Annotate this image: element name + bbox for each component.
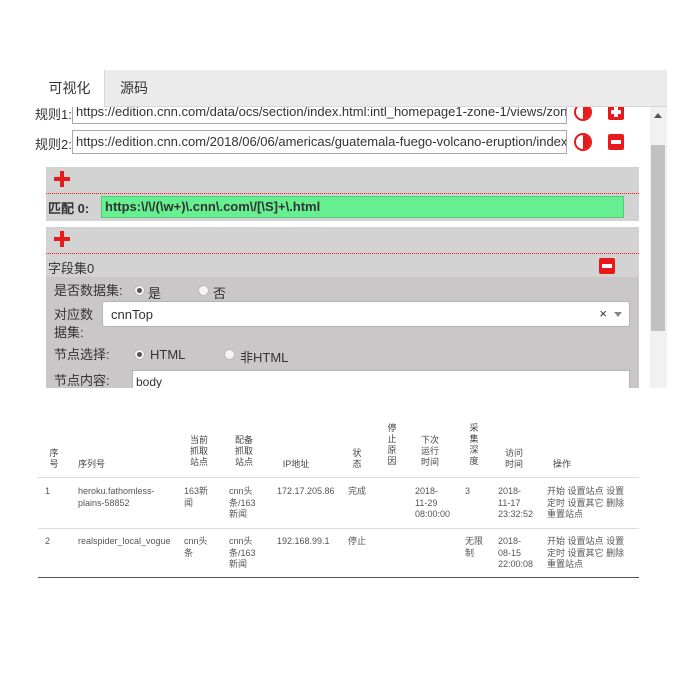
cell-depth: 无限 制 bbox=[465, 536, 484, 558]
radio-yes[interactable] bbox=[134, 285, 145, 296]
tab-bar: 可视化 源码 bbox=[35, 70, 667, 108]
set-timer-link[interactable]: 设置 bbox=[606, 536, 624, 546]
start-link[interactable]: 开始 bbox=[547, 536, 565, 546]
row-divider bbox=[38, 528, 639, 529]
is-dataset-label: 是否数据集: bbox=[54, 283, 123, 298]
header-ops: 操作 bbox=[552, 459, 571, 469]
radio-yes-label: 是 bbox=[148, 286, 162, 301]
tab-visual[interactable]: 可视化 bbox=[35, 70, 105, 108]
match-group-header bbox=[46, 167, 639, 194]
radio-html[interactable] bbox=[134, 349, 145, 360]
radio-no[interactable] bbox=[198, 285, 209, 296]
rule-editor-panel: 可视化 源码 规则1: https://edition.cnn.com/data… bbox=[35, 70, 667, 388]
add-rule-icon[interactable] bbox=[608, 107, 624, 120]
header-depth: 采集深度 bbox=[469, 423, 479, 466]
set-timer-link-cont[interactable]: 定时 bbox=[547, 498, 565, 508]
cell-configured-site: cnn头 条/163 新闻 bbox=[229, 536, 256, 569]
fieldset-body: 是否数据集: 是 否 对应数 据集: cnnTop × 节点选择: HTML 非… bbox=[46, 277, 639, 388]
header-visit-time: 访问 时间 bbox=[504, 448, 523, 469]
header-serial: 序列号 bbox=[78, 459, 106, 469]
radio-html-label: HTML bbox=[150, 347, 186, 362]
vertical-scrollbar[interactable] bbox=[650, 107, 667, 388]
delete-link[interactable]: 删除 bbox=[606, 498, 624, 508]
contrast-icon[interactable] bbox=[574, 133, 592, 151]
rule-label: 规则1: bbox=[35, 107, 72, 122]
chevron-down-icon[interactable] bbox=[614, 312, 622, 317]
header-ip: IP地址 bbox=[282, 459, 310, 469]
scrollbar-thumb[interactable] bbox=[651, 145, 665, 331]
match-regex-input[interactable]: https:\/\/(\w+)\.cnn\.com\/[\S]+\.html bbox=[101, 196, 624, 218]
cell-status: 停止 bbox=[348, 536, 367, 546]
cell-status: 完成 bbox=[348, 486, 367, 496]
cell-depth: 3 bbox=[465, 486, 471, 496]
set-other-link[interactable]: 设置其它 bbox=[568, 498, 604, 508]
fieldset-header bbox=[46, 227, 639, 254]
cell-seq: 1 bbox=[45, 486, 51, 496]
header-configured-site: 配备 抓取 站点 bbox=[234, 435, 253, 467]
cell-current-site: cnn头条 bbox=[184, 536, 208, 558]
match-label: 匹配 0: bbox=[48, 201, 90, 216]
cell-ops: 开始 设置站点 设置 定时 设置其它 删除 重置站点 bbox=[547, 486, 633, 521]
set-timer-link[interactable]: 设置 bbox=[606, 486, 624, 496]
rule-label: 规则2: bbox=[35, 137, 72, 152]
cell-configured-site: cnn头 条/163 新闻 bbox=[229, 486, 256, 519]
radio-non-html-label: 非HTML bbox=[240, 350, 289, 365]
cell-ip: 192.168.99.1 bbox=[277, 536, 330, 546]
header-next-run: 下次 运行 时间 bbox=[420, 435, 439, 467]
header-status: 状态 bbox=[352, 448, 362, 469]
contrast-icon[interactable] bbox=[574, 107, 592, 121]
dataset-select-value: cnnTop bbox=[111, 307, 153, 322]
table-bottom-border bbox=[38, 577, 639, 578]
match-group: 匹配 0: https:\/\/(\w+)\.cnn\.com\/[\S]+\.… bbox=[46, 167, 639, 221]
cell-seq: 2 bbox=[45, 536, 51, 546]
rule-row-1: 规则1: https://edition.cnn.com/data/ocs/se… bbox=[35, 107, 650, 126]
node-content-label: 节点内容: bbox=[54, 373, 110, 388]
cell-next-run: 2018- 11-29 08:00:00 bbox=[415, 486, 451, 519]
rule-row-2: 规则2: https://edition.cnn.com/2018/06/06/… bbox=[35, 130, 650, 156]
reset-site-link[interactable]: 重置站点 bbox=[547, 509, 583, 519]
set-site-link[interactable]: 设置站点 bbox=[568, 536, 604, 546]
reset-site-link[interactable]: 重置站点 bbox=[547, 559, 583, 569]
radio-non-html[interactable] bbox=[224, 349, 235, 360]
header-current-site: 当前 抓取 站点 bbox=[189, 435, 208, 467]
radio-no-label: 否 bbox=[213, 286, 227, 301]
start-link[interactable]: 开始 bbox=[547, 486, 565, 496]
scroll-up-arrow-icon[interactable] bbox=[654, 113, 662, 118]
cell-visit-time: 2018- 08-15 22:00:08 bbox=[498, 536, 534, 569]
task-table: 序号 序列号 当前 抓取 站点 配备 抓取 站点 IP地址 状态 停止原因 下次 运行 时间… bbox=[38, 420, 639, 578]
header-divider bbox=[38, 477, 639, 478]
set-site-link[interactable]: 设置站点 bbox=[568, 486, 604, 496]
header-stop-reason: 停止原因 bbox=[387, 423, 397, 466]
set-other-link[interactable]: 设置其它 bbox=[568, 548, 604, 558]
delete-link[interactable]: 删除 bbox=[606, 548, 624, 558]
node-select-label: 节点选择: bbox=[54, 347, 110, 362]
add-fieldset-icon[interactable] bbox=[54, 231, 70, 247]
cell-ip: 172.17.205.86 bbox=[277, 486, 335, 496]
node-content-input[interactable]: body bbox=[132, 370, 630, 388]
add-match-icon[interactable] bbox=[54, 171, 70, 187]
header-seq: 序号 bbox=[49, 448, 59, 469]
cell-serial: heroku.fathomless-plains-58852 bbox=[78, 486, 155, 508]
dataset-label-line1: 对应数 bbox=[54, 307, 94, 322]
cell-current-site: 163新闻 bbox=[184, 486, 209, 508]
rule-url-input[interactable]: https://edition.cnn.com/2018/06/06/ameri… bbox=[72, 130, 567, 154]
cell-ops: 开始 设置站点 设置 定时 设置其它 删除 重置站点 bbox=[547, 536, 633, 571]
dataset-label-line2: 据集: bbox=[54, 325, 84, 340]
cell-serial: realspider_local_vogue bbox=[78, 536, 171, 546]
dataset-select[interactable]: cnnTop × bbox=[102, 301, 630, 327]
remove-rule-icon[interactable] bbox=[608, 134, 624, 150]
fieldset-group: 字段集0 是否数据集: 是 否 对应数 据集: cnnTop × 节点选择: H… bbox=[46, 227, 639, 388]
cell-visit-time: 2018- 11-17 23:32:52 bbox=[498, 486, 534, 519]
remove-fieldset-icon[interactable] bbox=[599, 258, 615, 274]
fieldset-title: 字段集0 bbox=[48, 261, 95, 276]
set-timer-link-cont[interactable]: 定时 bbox=[547, 548, 565, 558]
editor-viewport: 规则1: https://edition.cnn.com/data/ocs/se… bbox=[35, 107, 650, 388]
tab-source[interactable]: 源码 bbox=[111, 70, 157, 107]
rule-url-input[interactable]: https://edition.cnn.com/data/ocs/section… bbox=[72, 107, 567, 124]
clear-icon[interactable]: × bbox=[599, 306, 607, 321]
